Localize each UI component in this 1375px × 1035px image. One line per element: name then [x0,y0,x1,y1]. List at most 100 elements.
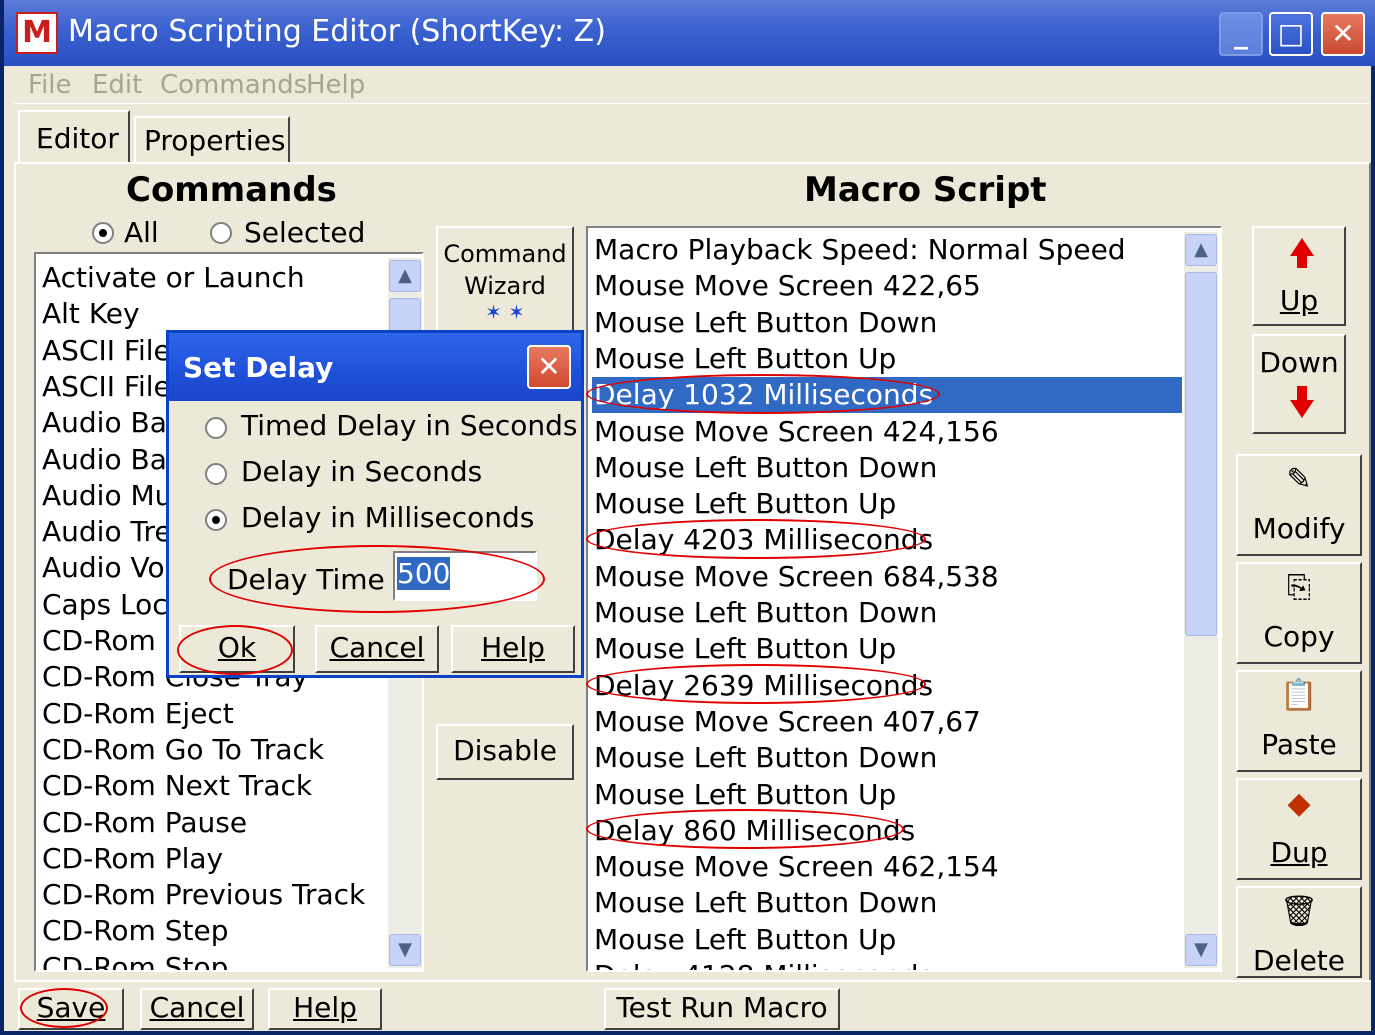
list-item[interactable]: CD-Rom [40,623,156,659]
delay-time-input[interactable]: 500 [393,551,537,601]
list-item[interactable]: Mouse Left Button Down [592,595,1182,631]
menu-edit[interactable]: Edit [92,70,142,100]
delay-seconds-label[interactable]: Delay in Seconds [241,455,482,488]
save-button[interactable]: Save [18,988,124,1030]
up-button[interactable]: Up [1252,226,1346,326]
list-item[interactable]: Delay 1032 Milliseconds [592,377,1182,414]
close-icon: ✕ [1331,17,1355,50]
dialog-cancel-button[interactable]: Cancel [315,625,439,673]
list-item[interactable]: Mouse Move Screen 424,156 [592,414,1182,450]
delay-ms-radio[interactable] [205,509,227,531]
list-item[interactable]: Mouse Left Button Down [592,885,1182,921]
dialog-close-icon[interactable]: ✕ [527,345,571,389]
list-item[interactable]: CD-Rom Step [40,913,228,949]
scroll-up-icon[interactable]: ▲ [1185,234,1217,266]
script-heading: Macro Script [804,170,1047,210]
cancel-label: Cancel [149,991,245,1024]
trash-icon: 🗑 [1279,894,1319,929]
dialog-help-button[interactable]: Help [451,625,575,673]
dialog-title-bar[interactable]: Set Delay ✕ [169,333,581,401]
help-button[interactable]: Help [268,988,382,1030]
test-run-macro-button[interactable]: Test Run Macro [604,988,840,1030]
list-item[interactable]: Delay 4203 Milliseconds [592,522,1182,558]
minimize-button[interactable]: _ [1219,12,1263,56]
list-item[interactable]: Caps Loc [40,587,168,623]
list-item[interactable]: Audio Ba [40,442,167,478]
list-item[interactable]: CD-Rom Go To Track [40,732,324,768]
list-item[interactable]: Mouse Left Button Up [592,631,1182,667]
list-item[interactable]: CD-Rom Stop [40,950,228,970]
maximize-button[interactable]: □ [1269,12,1313,56]
list-item[interactable]: Delay 860 Milliseconds [592,813,1182,849]
tab-properties[interactable]: Properties [134,116,290,162]
list-item[interactable]: Delay 4128 Milliseconds [592,958,1182,970]
scroll-thumb[interactable] [1185,272,1217,636]
command-wizard-button[interactable]: Command Wizard ✶ ✶ [436,226,574,346]
list-item[interactable]: ASCII File [40,333,171,369]
paste-button[interactable]: 📋 Paste [1236,670,1362,772]
list-item[interactable]: Audio Ba [40,405,167,441]
list-item[interactable]: CD-Rom Pause [40,805,247,841]
list-item[interactable]: ASCII File [40,369,171,405]
list-item[interactable]: Mouse Move Screen 684,538 [592,559,1182,595]
script-scrollbar[interactable]: ▲ ▼ [1184,232,1218,968]
wizard-label-2: Wizard [464,272,546,300]
filter-all-label[interactable]: All [124,216,159,249]
list-item[interactable]: Audio Vo [40,550,165,586]
list-item[interactable]: Mouse Left Button Down [592,450,1182,486]
title-bar[interactable]: M Macro Scripting Editor (ShortKey: Z) _… [4,0,1375,66]
copy-label: Copy [1263,620,1335,653]
paste-icon: 📋 [1280,678,1318,713]
list-item[interactable]: Delay 2639 Milliseconds [592,668,1182,704]
list-item[interactable]: Mouse Left Button Up [592,777,1182,813]
list-item[interactable]: Mouse Left Button Down [592,740,1182,776]
ok-button[interactable]: Ok [179,625,295,673]
filter-selected-label[interactable]: Selected [244,216,365,249]
list-item[interactable]: Alt Key [40,296,140,332]
list-item[interactable]: Mouse Left Button Up [592,486,1182,522]
scroll-down-icon[interactable]: ▼ [1185,934,1217,966]
scroll-down-icon[interactable]: ▼ [389,934,421,966]
filter-all-radio[interactable] [92,222,114,244]
timed-delay-radio[interactable] [205,417,227,439]
menu-help[interactable]: Help [306,70,365,100]
filter-selected-radio[interactable] [210,222,232,244]
wizard-label-1: Command [443,240,567,268]
menu-commands[interactable]: Commands [160,70,307,100]
list-item[interactable]: Mouse Move Screen 462,154 [592,849,1182,885]
up-label: Up [1279,284,1319,317]
dup-label: Dup [1270,836,1328,869]
copy-button[interactable]: ⎘ Copy [1236,562,1362,664]
tab-editor[interactable]: Editor [18,110,130,162]
list-item[interactable]: Activate or Launch [40,260,305,296]
list-item[interactable]: CD-Rom Next Track [40,768,312,804]
list-item[interactable]: Mouse Left Button Down [592,305,1182,341]
cancel-button[interactable]: Cancel [140,988,254,1030]
modify-button[interactable]: ✎ Modify [1236,454,1362,556]
disable-button[interactable]: Disable [436,724,574,780]
list-item[interactable]: Mouse Move Screen 407,67 [592,704,1182,740]
list-item[interactable]: Mouse Move Screen 422,65 [592,268,1182,304]
list-item[interactable]: Audio Mu [40,478,172,514]
commands-heading: Commands [126,170,337,210]
close-button[interactable]: ✕ [1321,12,1365,56]
menu-file[interactable]: File [28,70,72,100]
down-button[interactable]: Down [1252,334,1346,434]
list-item[interactable]: Mouse Left Button Up [592,922,1182,958]
dup-button[interactable]: ◆ Dup [1236,778,1362,880]
list-item[interactable]: Macro Playback Speed: Normal Speed [592,232,1182,268]
list-item[interactable]: CD-Rom Eject [40,696,234,732]
list-item[interactable]: Mouse Left Button Up [592,341,1182,377]
delay-seconds-radio[interactable] [205,463,227,485]
window-title: Macro Scripting Editor (ShortKey: Z) [68,14,606,49]
timed-delay-label[interactable]: Timed Delay in Seconds [241,409,577,442]
list-item[interactable]: Audio Tre [40,514,172,550]
paste-label: Paste [1261,728,1337,761]
delete-button[interactable]: 🗑 Delete [1236,886,1362,978]
list-item[interactable]: CD-Rom Play [40,841,223,877]
macro-script-list[interactable]: Macro Playback Speed: Normal Speed Mouse … [586,226,1222,972]
scroll-up-icon[interactable]: ▲ [389,260,421,292]
delay-ms-label[interactable]: Delay in Milliseconds [241,501,534,534]
list-item[interactable]: CD-Rom Previous Track [40,877,365,913]
maximize-icon: □ [1277,17,1305,50]
